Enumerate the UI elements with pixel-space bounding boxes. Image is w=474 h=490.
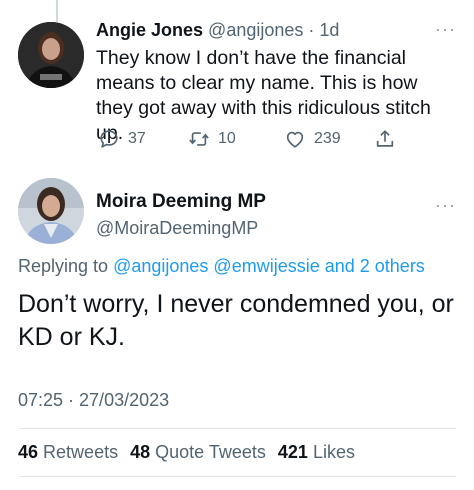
- retweet-icon: [189, 132, 209, 146]
- reply-button[interactable]: 37: [98, 128, 146, 150]
- reply-icon: [100, 130, 118, 148]
- avatar-moira-deeming[interactable]: [18, 178, 84, 244]
- quote-tweets-count: 48: [130, 442, 151, 462]
- time-ago[interactable]: 1d: [319, 20, 339, 40]
- heart-icon: [286, 131, 304, 148]
- tweet-timestamp[interactable]: 07:25 · 27/03/2023: [18, 388, 169, 412]
- replying-prefix: Replying to: [18, 256, 114, 276]
- replying-to-line: Replying to @angijones @emwijessie and 2…: [18, 254, 425, 278]
- separator-dot: ·: [308, 20, 315, 40]
- quote-tweets-stat[interactable]: 48 Quote Tweets: [130, 442, 266, 462]
- avatar-angie-jones[interactable]: [18, 22, 84, 88]
- retweets-label: Retweets: [43, 442, 119, 462]
- retweets-stat[interactable]: 46 Retweets: [18, 442, 118, 462]
- reply-mention[interactable]: @emwijessie: [213, 256, 319, 276]
- quote-tweets-label: Quote Tweets: [155, 442, 266, 462]
- likes-label: Likes: [312, 442, 355, 462]
- author-handle[interactable]: @angijones: [208, 20, 303, 40]
- tweet-detail-view: Angie Jones @angijones · 1d ··· They kno…: [0, 0, 474, 490]
- retweets-count: 46: [18, 442, 39, 462]
- likes-count: 421: [277, 442, 308, 462]
- parent-tweet[interactable]: Angie Jones @angijones · 1d ··· They kno…: [0, 0, 474, 170]
- share-button[interactable]: [374, 128, 396, 150]
- author-name[interactable]: Angie Jones: [96, 20, 203, 40]
- reply-mention[interactable]: @angijones: [113, 256, 208, 276]
- divider: [18, 428, 456, 429]
- like-count: 239: [314, 130, 341, 147]
- like-button[interactable]: 239: [284, 128, 341, 150]
- reply-count: 37: [128, 130, 146, 147]
- main-author-name[interactable]: Moira Deeming MP: [96, 190, 266, 214]
- retweet-button[interactable]: 10: [188, 128, 236, 150]
- share-icon: [376, 130, 394, 147]
- divider: [18, 476, 456, 477]
- main-author-handle[interactable]: @MoiraDeemingMP: [96, 216, 258, 240]
- likes-stat[interactable]: 421 Likes: [278, 442, 355, 462]
- tweet-stats: 46 Retweets 48 Quote Tweets 421 Likes: [18, 440, 367, 464]
- tweet-actions: 37 10 239: [96, 128, 396, 152]
- reply-others-link[interactable]: and 2 others: [325, 256, 425, 276]
- parent-tweet-header: Angie Jones @angijones · 1d: [96, 18, 339, 42]
- more-options-icon[interactable]: ···: [435, 196, 456, 214]
- main-tweet-text: Don’t worry, I never condemned you, or K…: [18, 290, 454, 351]
- retweet-count: 10: [218, 130, 236, 147]
- more-options-icon[interactable]: ···: [435, 20, 456, 38]
